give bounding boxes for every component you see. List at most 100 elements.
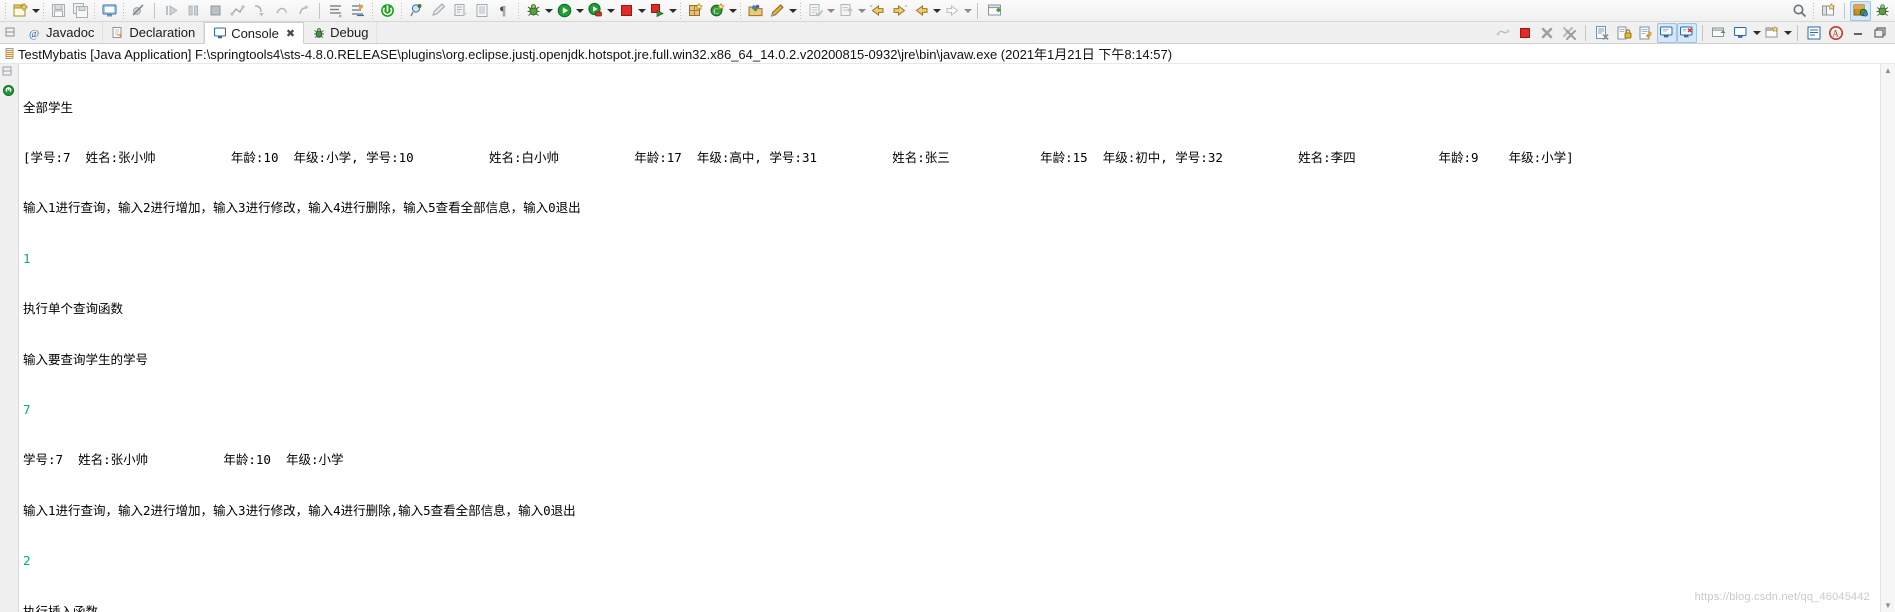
scroll-down-icon[interactable]: ▼ bbox=[1881, 599, 1895, 612]
word-wrap-icon[interactable] bbox=[1635, 23, 1657, 43]
terminate-icon bbox=[204, 1, 226, 21]
spring-boot-dashboard-icon[interactable] bbox=[376, 1, 398, 21]
debug-icon[interactable] bbox=[522, 1, 544, 21]
watermark: https://blog.csdn.net/qq_46045442 bbox=[1695, 589, 1870, 606]
console-line: 输入1进行查询，输入2进行增加，输入3进行修改，输入4进行删除,输入5查看全部信… bbox=[23, 503, 1880, 520]
run-last-icon[interactable] bbox=[646, 1, 668, 21]
view-drag-handle-icon[interactable] bbox=[2, 66, 14, 78]
new-console-view-dropdown-icon[interactable] bbox=[1752, 25, 1761, 41]
tab-javadoc[interactable]: @ Javadoc bbox=[20, 22, 103, 43]
commit-icon bbox=[804, 1, 826, 21]
toolbar-separator bbox=[680, 3, 681, 19]
remove-all-terminated-icon[interactable] bbox=[1558, 23, 1580, 43]
view-toolbar: A bbox=[1492, 22, 1895, 43]
open-perspective-icon[interactable] bbox=[744, 1, 766, 21]
stop-dropdown-icon[interactable] bbox=[637, 3, 646, 19]
perspective-java-icon[interactable] bbox=[1871, 1, 1893, 21]
minimize-icon[interactable] bbox=[1847, 23, 1869, 43]
svg-text:C: C bbox=[713, 7, 718, 16]
pencil-icon bbox=[427, 1, 449, 21]
run-last-dropdown-icon[interactable] bbox=[668, 3, 677, 19]
tab-debug[interactable]: Debug bbox=[304, 22, 377, 43]
toolbar-separator bbox=[401, 3, 402, 19]
toolbar-separator bbox=[5, 3, 6, 19]
toolbar-separator bbox=[1585, 25, 1586, 41]
previous-annotation-icon[interactable] bbox=[347, 1, 369, 21]
console-icon bbox=[213, 26, 227, 40]
scroll-lock-icon[interactable] bbox=[1613, 23, 1635, 43]
run-icon[interactable] bbox=[553, 1, 575, 21]
tab-console[interactable]: Console ✖ bbox=[204, 22, 304, 44]
toolbar-separator bbox=[518, 3, 519, 19]
external-tools-icon bbox=[449, 1, 471, 21]
display-selected-console-icon[interactable] bbox=[1677, 23, 1697, 43]
search-marker-icon[interactable] bbox=[405, 1, 427, 21]
maximize-icon[interactable] bbox=[1869, 23, 1891, 43]
toolbar-separator bbox=[372, 3, 373, 19]
open-perspective-icon[interactable] bbox=[1817, 1, 1839, 21]
push-dropdown-icon bbox=[857, 3, 866, 19]
clear-console-icon[interactable] bbox=[1591, 23, 1613, 43]
svg-text:A: A bbox=[1832, 28, 1839, 38]
previous-edit-icon[interactable] bbox=[866, 1, 888, 21]
stop-icon[interactable] bbox=[615, 1, 637, 21]
toolbar-separator bbox=[94, 3, 95, 19]
pen-dropdown-icon[interactable] bbox=[788, 3, 797, 19]
view-menu-dropdown-icon[interactable] bbox=[1783, 25, 1792, 41]
search-icon[interactable] bbox=[1788, 1, 1810, 21]
javadoc-icon: @ bbox=[28, 26, 42, 40]
pilcrow-icon[interactable]: ¶ bbox=[493, 1, 515, 21]
console-line: 输入要查询学生的学号 bbox=[23, 352, 1880, 369]
new-java-package-icon[interactable] bbox=[684, 1, 706, 21]
step-into-icon bbox=[248, 1, 270, 21]
close-icon[interactable]: ✖ bbox=[286, 27, 295, 40]
back-dropdown-icon[interactable] bbox=[932, 3, 941, 19]
debug-dropdown-icon[interactable] bbox=[544, 3, 553, 19]
scroll-up-icon[interactable]: ▲ bbox=[1881, 64, 1895, 77]
open-type-icon[interactable] bbox=[98, 1, 120, 21]
run-dropdown-icon[interactable] bbox=[575, 3, 584, 19]
tab-label: Debug bbox=[330, 25, 368, 40]
terminate-icon[interactable] bbox=[1514, 23, 1536, 43]
console-line: 执行单个查询函数 bbox=[23, 301, 1880, 318]
back-icon[interactable] bbox=[910, 1, 932, 21]
new-class-dropdown-icon[interactable] bbox=[728, 3, 737, 19]
disconnect-icon bbox=[226, 1, 248, 21]
toolbar-separator bbox=[800, 3, 801, 19]
tab-declaration[interactable]: Declaration bbox=[103, 22, 204, 43]
commit-dropdown-icon bbox=[826, 3, 835, 19]
remove-launch-icon[interactable] bbox=[1536, 23, 1558, 43]
new-wizard-icon[interactable] bbox=[9, 1, 31, 21]
new-console-view-icon[interactable] bbox=[1730, 23, 1752, 43]
toolbar-separator bbox=[1844, 3, 1845, 19]
console-gutter bbox=[0, 64, 19, 612]
coverage-dropdown-icon[interactable] bbox=[606, 3, 615, 19]
show-console-when-output-icon bbox=[1492, 23, 1514, 43]
view-drag-handle[interactable] bbox=[0, 22, 20, 43]
step-over-icon bbox=[270, 1, 292, 21]
console-scrollbar-vertical[interactable]: ▲ ▼ bbox=[1880, 64, 1895, 612]
console-output[interactable]: 全部学生 [学号:7 姓名:张小帅 年龄:10 年级:小学, 学号:10 姓名:… bbox=[19, 64, 1880, 612]
new-wizard-dropdown-icon[interactable] bbox=[31, 3, 40, 19]
new-window-icon[interactable] bbox=[983, 1, 1005, 21]
pin-console-icon[interactable] bbox=[1657, 23, 1677, 43]
next-edit-icon[interactable] bbox=[888, 1, 910, 21]
console-title-bar: TestMybatis [Java Application] F:\spring… bbox=[0, 44, 1895, 64]
view-menu-icon[interactable] bbox=[1761, 23, 1783, 43]
ansi-console-icon[interactable]: A bbox=[1825, 23, 1847, 43]
console-line: [学号:7 姓名:张小帅 年龄:10 年级:小学, 学号:10 姓名:白小帅 年… bbox=[23, 150, 1880, 167]
toolbar-separator bbox=[977, 3, 978, 19]
resume-icon bbox=[160, 1, 182, 21]
tab-label: Javadoc bbox=[46, 25, 94, 40]
next-annotation-icon[interactable] bbox=[325, 1, 347, 21]
quick-access-pen-icon[interactable] bbox=[766, 1, 788, 21]
open-console-icon[interactable] bbox=[1708, 23, 1730, 43]
table-icon bbox=[471, 1, 493, 21]
save-all-icon bbox=[69, 1, 91, 21]
new-java-class-icon[interactable]: C bbox=[706, 1, 728, 21]
toolbar-separator bbox=[1797, 25, 1798, 41]
debug-bug-icon bbox=[312, 26, 326, 40]
show-whitespace-icon[interactable] bbox=[1803, 23, 1825, 43]
run-coverage-icon[interactable] bbox=[584, 1, 606, 21]
perspective-debug-icon[interactable] bbox=[1850, 1, 1871, 21]
